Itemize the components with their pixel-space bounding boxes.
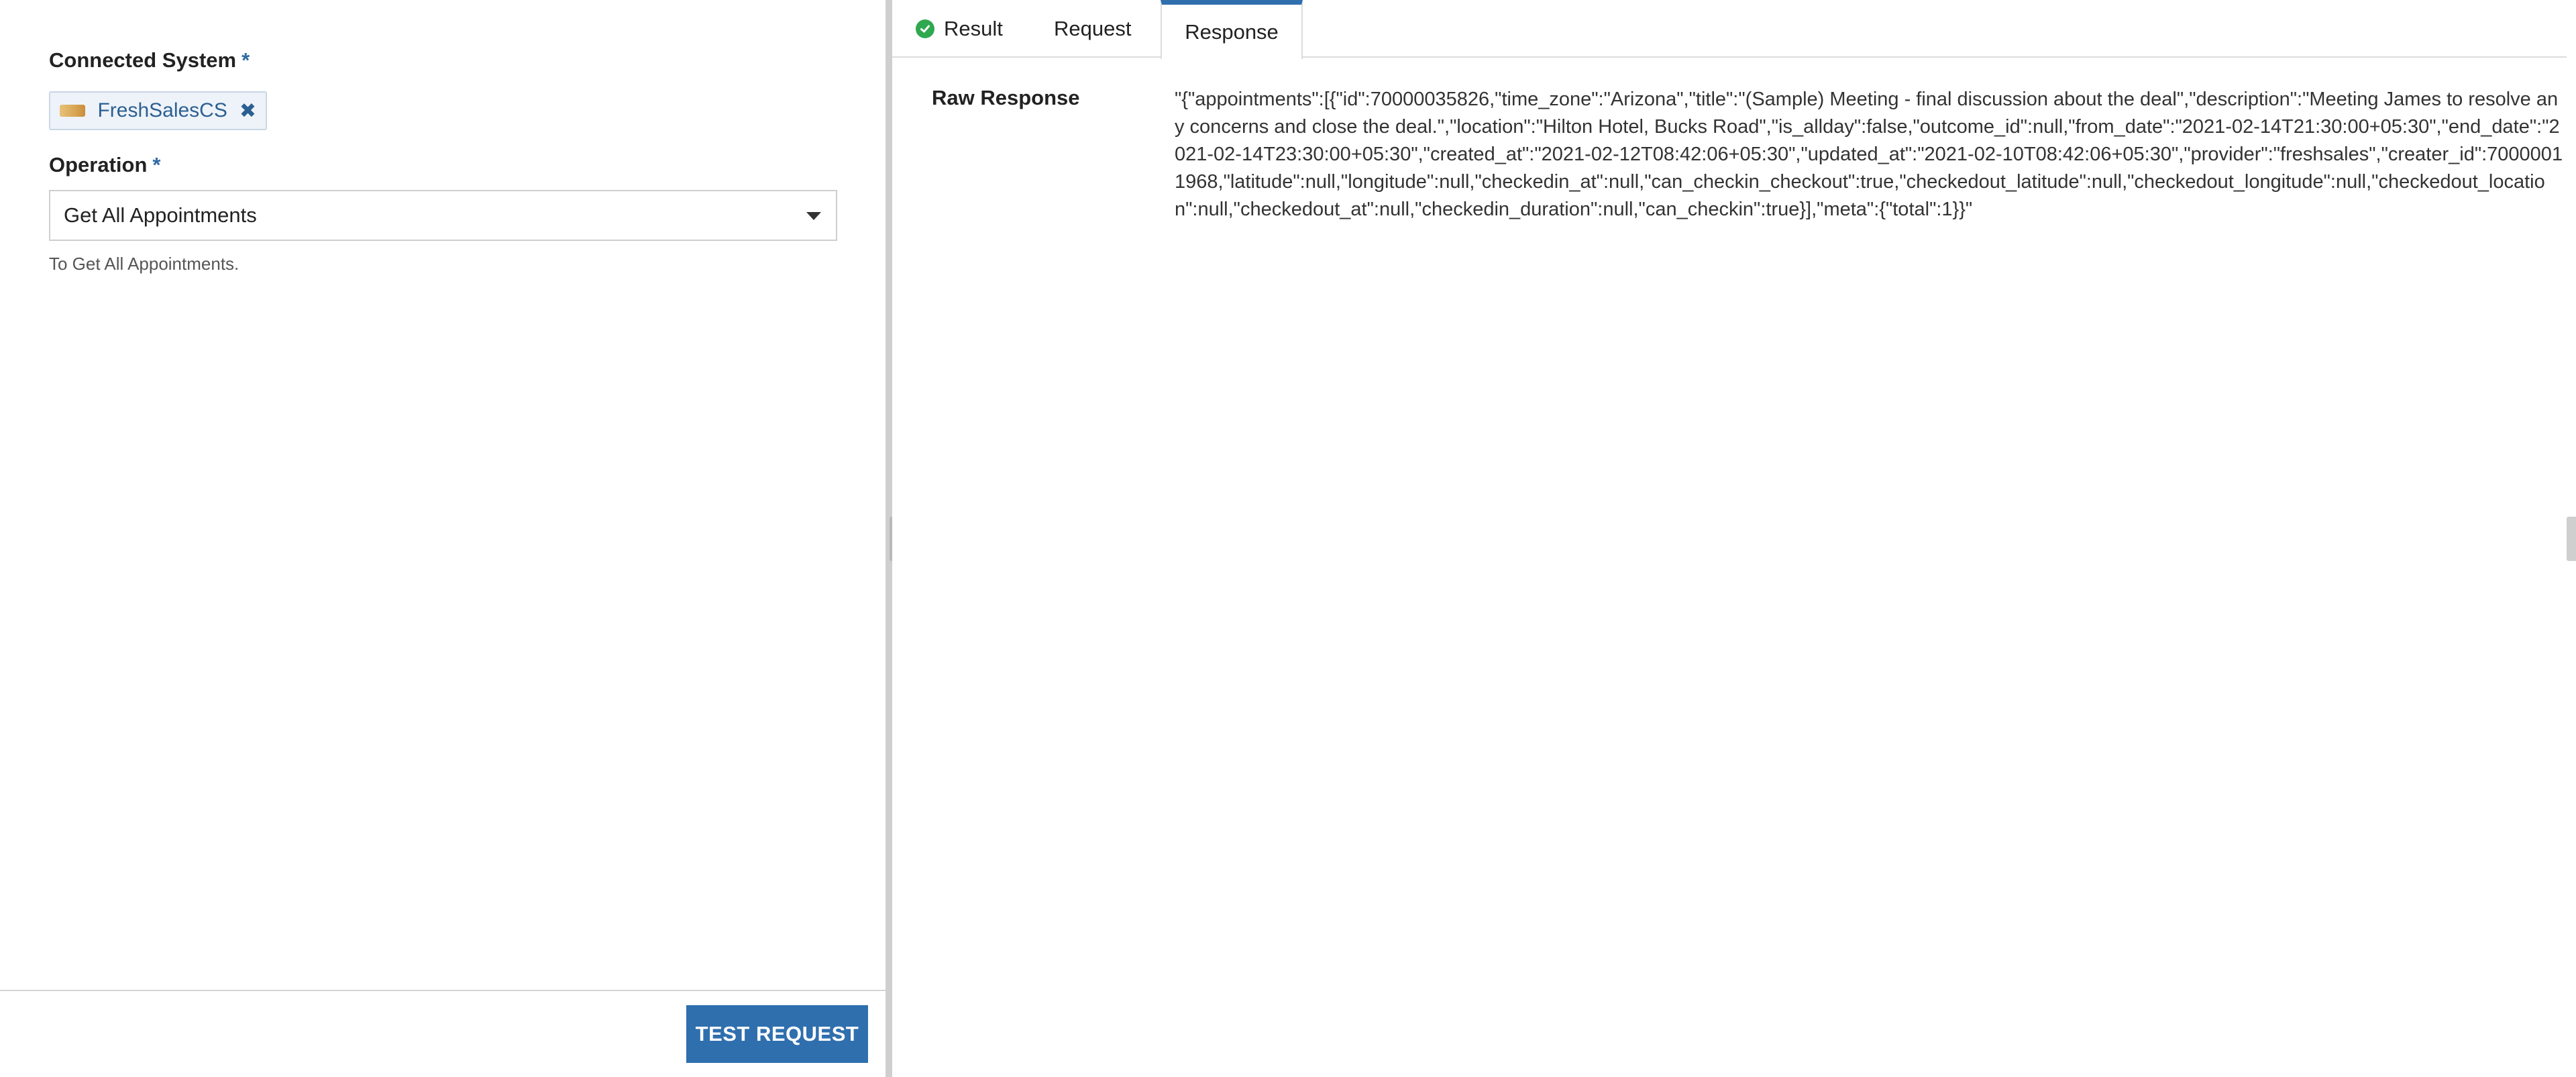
- tab-response[interactable]: Response: [1161, 0, 1303, 59]
- tab-request[interactable]: Request: [1054, 0, 1131, 58]
- connected-system-chip-label: FreshSalesCS: [97, 99, 227, 121]
- connected-system-label: Connected System *: [49, 48, 250, 72]
- test-request-button[interactable]: TEST REQUEST: [686, 1005, 868, 1063]
- result-tabs: Result Request Response: [892, 0, 2567, 59]
- tab-result-label: Result: [944, 17, 1003, 40]
- tab-result[interactable]: Result: [916, 0, 1003, 58]
- required-asterisk: *: [152, 153, 161, 176]
- chevron-down-icon[interactable]: [806, 212, 821, 220]
- tab-request-label: Request: [1054, 17, 1132, 40]
- connected-system-chip[interactable]: FreshSalesCS ✖: [49, 91, 267, 130]
- operation-select[interactable]: Get All Appointments: [49, 190, 837, 241]
- tab-response-label: Response: [1185, 19, 1279, 44]
- raw-response-value: "{"appointments":[{"id":70000035826,"tim…: [1175, 89, 2563, 220]
- operation-selected-value: Get All Appointments: [64, 203, 257, 227]
- check-circle-icon: [916, 19, 934, 38]
- operation-label-text: Operation: [49, 153, 148, 176]
- connected-system-label-text: Connected System: [49, 48, 237, 72]
- remove-connected-system-icon[interactable]: ✖: [239, 99, 256, 123]
- operation-label: Operation *: [49, 153, 160, 177]
- results-panel: Result Request Response Raw Response "{"…: [892, 0, 2567, 1077]
- footer-divider: [0, 990, 885, 991]
- configuration-panel: Connected System * FreshSalesCS ✖ Operati…: [0, 0, 885, 1077]
- operation-helper-text: To Get All Appointments.: [49, 254, 239, 274]
- required-asterisk: *: [241, 48, 250, 72]
- freshsales-logo-icon: [60, 105, 86, 117]
- raw-response-label: Raw Response: [932, 86, 1080, 109]
- expand-right-panel-handle[interactable]: [2567, 517, 2576, 561]
